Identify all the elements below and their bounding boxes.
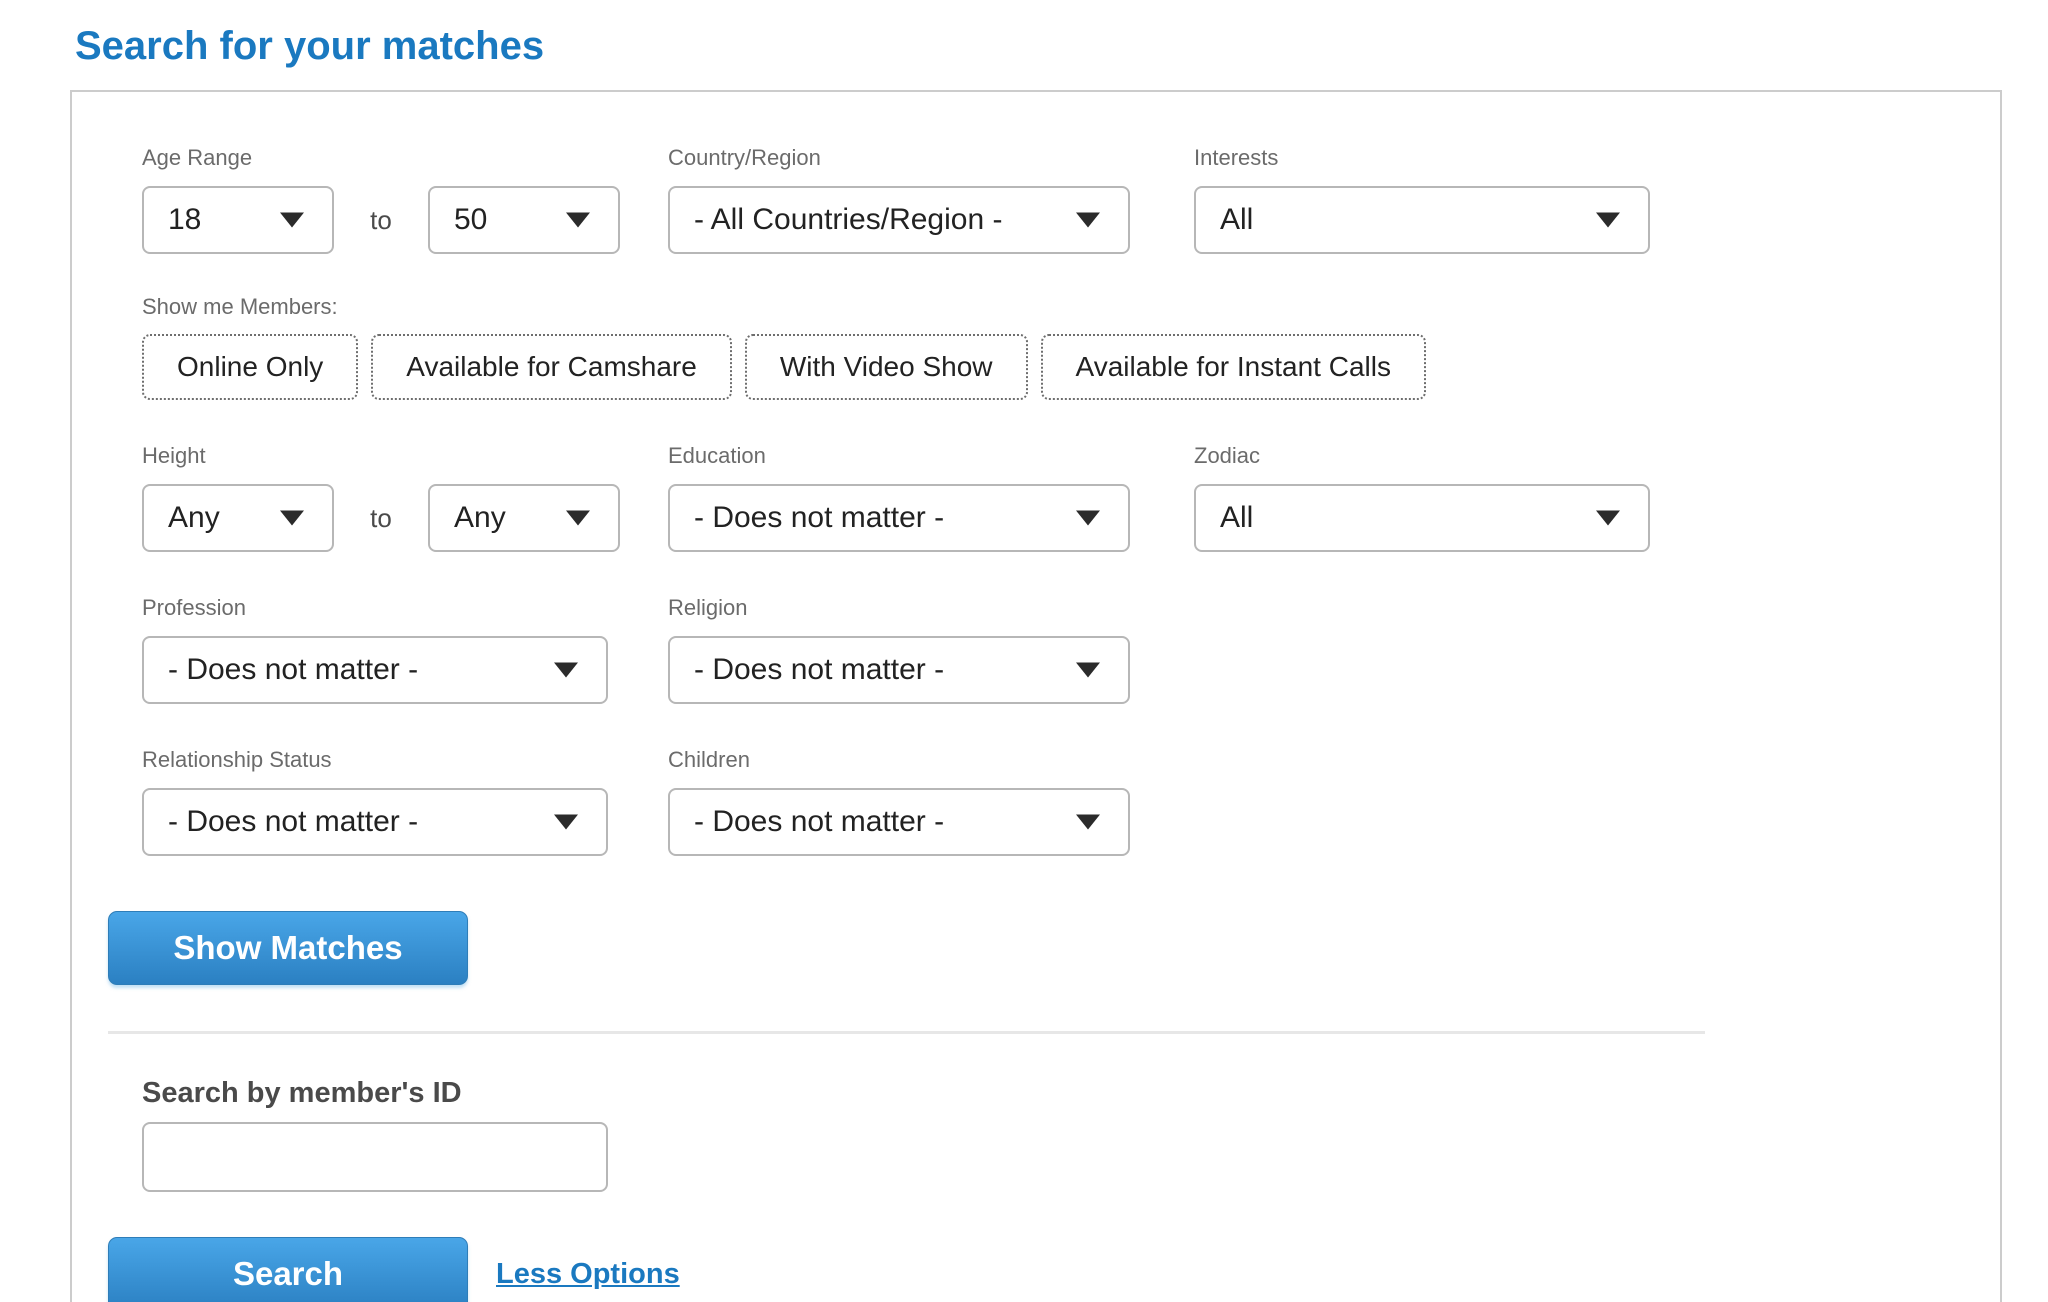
filter-with-video-show-button[interactable]: With Video Show: [745, 334, 1028, 400]
chevron-down-icon: [554, 815, 578, 830]
profession-select[interactable]: - Does not matter -: [142, 636, 608, 704]
profession-value: - Does not matter -: [168, 653, 418, 687]
chevron-down-icon: [280, 511, 304, 526]
less-options-link[interactable]: Less Options: [496, 1258, 680, 1291]
religion-field: Religion - Does not matter -: [668, 596, 1130, 704]
children-field: Children - Does not matter -: [668, 748, 1130, 856]
profession-field: Profession - Does not matter -: [142, 596, 608, 704]
country-label: Country/Region: [668, 146, 1130, 170]
children-value: - Does not matter -: [694, 805, 944, 839]
interests-label: Interests: [1194, 146, 1650, 170]
chevron-down-icon: [1076, 511, 1100, 526]
children-select[interactable]: - Does not matter -: [668, 788, 1130, 856]
member-id-label: Search by member's ID: [142, 1077, 1964, 1110]
member-id-input[interactable]: [142, 1122, 608, 1192]
education-label: Education: [668, 444, 1130, 468]
row-age-country-interests: Age Range 18 to 50 Country/Region - All …: [142, 146, 1964, 254]
search-form-panel: Age Range 18 to 50 Country/Region - All …: [70, 90, 2002, 1302]
show-me-members-label: Show me Members:: [142, 294, 1964, 320]
row-profession-religion: Profession - Does not matter - Religion …: [142, 596, 1964, 704]
chevron-down-icon: [1076, 663, 1100, 678]
height-to-select[interactable]: Any: [428, 484, 620, 552]
row-height-education-zodiac: Height Any to Any Education - Does not m…: [142, 444, 1964, 552]
chevron-down-icon: [1076, 213, 1100, 228]
zodiac-field: Zodiac All: [1194, 444, 1650, 552]
chevron-down-icon: [566, 511, 590, 526]
height-from-value: Any: [168, 501, 220, 535]
member-filter-buttons: Online Only Available for Camshare With …: [142, 334, 1964, 400]
religion-select[interactable]: - Does not matter -: [668, 636, 1130, 704]
height-label: Height: [142, 444, 620, 468]
chevron-down-icon: [1596, 511, 1620, 526]
chevron-down-icon: [566, 213, 590, 228]
profession-label: Profession: [142, 596, 608, 620]
page-title: Search for your matches: [75, 22, 2048, 70]
relationship-status-label: Relationship Status: [142, 748, 608, 772]
education-value: - Does not matter -: [694, 501, 944, 535]
height-from-select[interactable]: Any: [142, 484, 334, 552]
chevron-down-icon: [1596, 213, 1620, 228]
education-select[interactable]: - Does not matter -: [668, 484, 1130, 552]
filter-available-for-camshare-button[interactable]: Available for Camshare: [371, 334, 732, 400]
age-to-value: 50: [454, 203, 487, 237]
chevron-down-icon: [280, 213, 304, 228]
age-range-to-text: to: [334, 205, 428, 236]
education-field: Education - Does not matter -: [668, 444, 1130, 552]
member-id-section: Search by member's ID: [142, 1077, 1964, 1192]
relationship-status-select[interactable]: - Does not matter -: [142, 788, 608, 856]
zodiac-label: Zodiac: [1194, 444, 1650, 468]
interests-field: Interests All: [1194, 146, 1650, 254]
country-select[interactable]: - All Countries/Region -: [668, 186, 1130, 254]
age-to-select[interactable]: 50: [428, 186, 620, 254]
height-to-value: Any: [454, 501, 506, 535]
age-range-controls: 18 to 50: [142, 186, 620, 254]
search-button[interactable]: Search: [108, 1237, 468, 1302]
height-field: Height Any to Any: [142, 444, 620, 552]
religion-label: Religion: [668, 596, 1130, 620]
filter-available-for-instant-calls-button[interactable]: Available for Instant Calls: [1041, 334, 1426, 400]
row-relationship-children: Relationship Status - Does not matter - …: [142, 748, 1964, 856]
age-range-label: Age Range: [142, 146, 620, 170]
children-label: Children: [668, 748, 1130, 772]
relationship-status-field: Relationship Status - Does not matter -: [142, 748, 608, 856]
height-range-controls: Any to Any: [142, 484, 620, 552]
relationship-status-value: - Does not matter -: [168, 805, 418, 839]
age-range-field: Age Range 18 to 50: [142, 146, 620, 254]
show-matches-button[interactable]: Show Matches: [108, 911, 468, 985]
country-value: - All Countries/Region -: [694, 203, 1002, 237]
zodiac-select[interactable]: All: [1194, 484, 1650, 552]
chevron-down-icon: [1076, 815, 1100, 830]
interests-value: All: [1220, 203, 1253, 237]
country-field: Country/Region - All Countries/Region -: [668, 146, 1130, 254]
filter-online-only-button[interactable]: Online Only: [142, 334, 358, 400]
age-from-select[interactable]: 18: [142, 186, 334, 254]
chevron-down-icon: [554, 663, 578, 678]
zodiac-value: All: [1220, 501, 1253, 535]
height-to-text: to: [334, 503, 428, 534]
religion-value: - Does not matter -: [694, 653, 944, 687]
age-from-value: 18: [168, 203, 201, 237]
interests-select[interactable]: All: [1194, 186, 1650, 254]
bottom-actions-row: Search Less Options: [108, 1237, 1964, 1302]
section-divider: [108, 1031, 1705, 1034]
